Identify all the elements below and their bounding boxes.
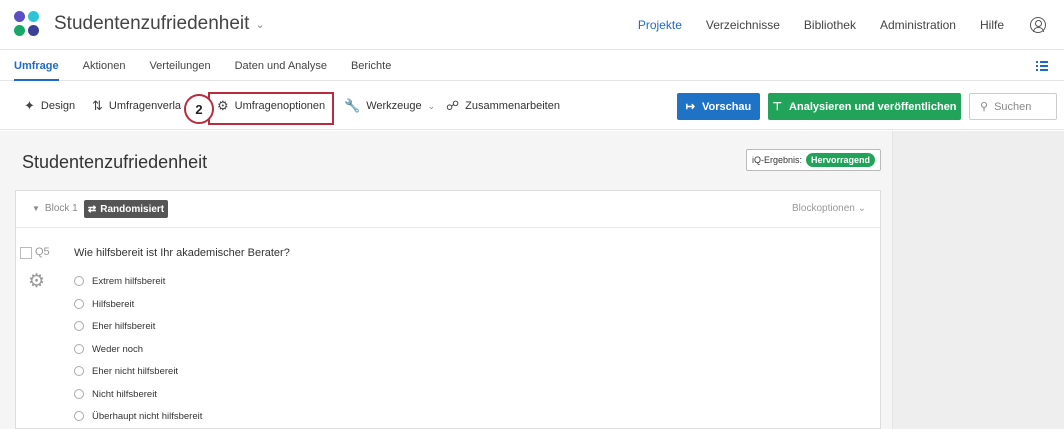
iq-score-value: Hervorragend: [806, 153, 876, 167]
publish-button[interactable]: ⊤ Analysieren und veröffentlichen: [768, 93, 961, 120]
flow-icon: ⇅: [92, 98, 103, 113]
radio-button[interactable]: [74, 276, 84, 286]
block-options-label: Blockoptionen: [792, 203, 855, 214]
design-label: Design: [40, 100, 76, 112]
search-input[interactable]: ⚲ Suchen: [969, 93, 1057, 120]
share-icon: ☍: [446, 98, 460, 113]
randomized-label: Randomisiert: [100, 203, 165, 215]
choice-item[interactable]: Extrem hilfsbereit: [74, 274, 165, 288]
nav-administration[interactable]: Administration: [880, 18, 956, 32]
choice-item[interactable]: Überhaupt nicht hilfsbereit: [74, 409, 202, 423]
preview-label: Vorschau: [701, 100, 752, 113]
right-panel: [893, 131, 1064, 429]
block-toggle[interactable]: ▼ Block 1: [32, 203, 78, 214]
chevron-down-icon: ⌄: [255, 18, 265, 31]
radio-button[interactable]: [74, 299, 84, 309]
question-id: Q5: [35, 246, 50, 258]
choice-label: Extrem hilfsbereit: [92, 275, 166, 287]
preview-button[interactable]: ↦ Vorschau: [677, 93, 760, 120]
choice-label: Überhaupt nicht hilfsbereit: [92, 410, 203, 422]
choice-label: Nicht hilfsbereit: [92, 388, 157, 400]
radio-button[interactable]: [74, 366, 84, 376]
choice-label: Eher nicht hilfsbereit: [92, 365, 179, 377]
collaborate-button[interactable]: ☍ Zusammenarbeiten: [446, 82, 560, 130]
top-navigation: Projekte Verzeichnisse Bibliothek Admini…: [614, 0, 1046, 50]
tab-daten-und-analyse[interactable]: Daten und Analyse: [235, 51, 327, 81]
radio-button[interactable]: [74, 321, 84, 331]
randomized-badge[interactable]: ⇄ Randomisiert: [84, 200, 168, 218]
survey-title: Studentenzufriedenheit: [22, 152, 208, 172]
question-text[interactable]: Wie hilfsbereit ist Ihr akademischer Ber…: [74, 247, 290, 259]
nav-verzeichnisse[interactable]: Verzeichnisse: [706, 18, 780, 32]
tab-berichte[interactable]: Berichte: [351, 51, 391, 81]
choice-item[interactable]: Eher hilfsbereit: [74, 319, 155, 333]
iq-score-badge[interactable]: iQ-Ergebnis: Hervorragend: [746, 149, 881, 171]
survey-flow-label: Umfragenverla: [108, 100, 182, 112]
tab-umfrage[interactable]: Umfrage: [14, 51, 59, 81]
caret-down-icon: ▼: [32, 204, 40, 213]
choice-item[interactable]: Hilfsbereit: [74, 297, 134, 311]
project-title-text: Studentenzufriedenheit: [54, 13, 250, 34]
publish-label: Analysieren und veröffentlichen: [789, 100, 957, 113]
radio-button[interactable]: [74, 389, 84, 399]
step-number-badge: 2: [184, 94, 214, 124]
paintbrush-icon: ✦: [24, 98, 35, 113]
top-header: Studentenzufriedenheit ⌄ Projekte Verzei…: [0, 0, 1064, 50]
choice-label: Hilfsbereit: [92, 298, 135, 310]
tools-button[interactable]: 🔧 Werkzeuge ⌄: [344, 82, 435, 130]
chevron-down-icon: ⌄: [427, 100, 436, 111]
tab-verteilungen[interactable]: Verteilungen: [149, 51, 210, 81]
shuffle-icon: ⇄: [87, 203, 97, 215]
question-select-checkbox[interactable]: [20, 247, 32, 259]
project-tabs: Umfrage Aktionen Verteilungen Daten und …: [0, 51, 1064, 81]
choice-label: Weder noch: [92, 343, 144, 355]
choice-item[interactable]: Nicht hilfsbereit: [74, 387, 157, 401]
radio-button[interactable]: [74, 344, 84, 354]
survey-flow-button[interactable]: ⇅ Umfragenverla: [92, 82, 181, 130]
nav-bibliothek[interactable]: Bibliothek: [804, 18, 856, 32]
collaborate-label: Zusammenarbeiten: [465, 100, 560, 112]
choice-item[interactable]: Eher nicht hilfsbereit: [74, 364, 178, 378]
tab-aktionen[interactable]: Aktionen: [83, 51, 126, 81]
choice-label: Eher hilfsbereit: [92, 320, 156, 332]
wrench-icon: 🔧: [344, 98, 361, 113]
block-name: Block 1: [44, 203, 78, 214]
project-title[interactable]: Studentenzufriedenheit ⌄: [54, 13, 265, 35]
search-icon: ⚲: [980, 101, 989, 113]
block-options-menu[interactable]: Blockoptionen ⌄: [792, 203, 866, 214]
list-view-icon[interactable]: [1036, 60, 1048, 72]
preview-icon: ↦: [685, 101, 695, 113]
nav-projekte[interactable]: Projekte: [638, 18, 682, 32]
block-header: ▼ Block 1 ⇄ Randomisiert Blockoptionen ⌄: [16, 191, 880, 228]
search-placeholder: Suchen: [994, 100, 1032, 113]
design-button[interactable]: ✦ Design: [24, 82, 75, 130]
user-account-icon[interactable]: [1030, 17, 1046, 33]
qualtrics-logo-icon[interactable]: [14, 11, 40, 37]
publish-icon: ⊤: [772, 101, 783, 113]
nav-hilfe[interactable]: Hilfe: [980, 18, 1004, 32]
radio-button[interactable]: [74, 411, 84, 421]
chevron-down-icon: ⌄: [857, 203, 866, 214]
tools-label: Werkzeuge: [366, 100, 422, 112]
gear-icon[interactable]: ⚙: [28, 270, 45, 293]
iq-score-label: iQ-Ergebnis:: [751, 155, 802, 165]
choice-item[interactable]: Weder noch: [74, 342, 143, 356]
highlight-frame: [208, 92, 334, 125]
